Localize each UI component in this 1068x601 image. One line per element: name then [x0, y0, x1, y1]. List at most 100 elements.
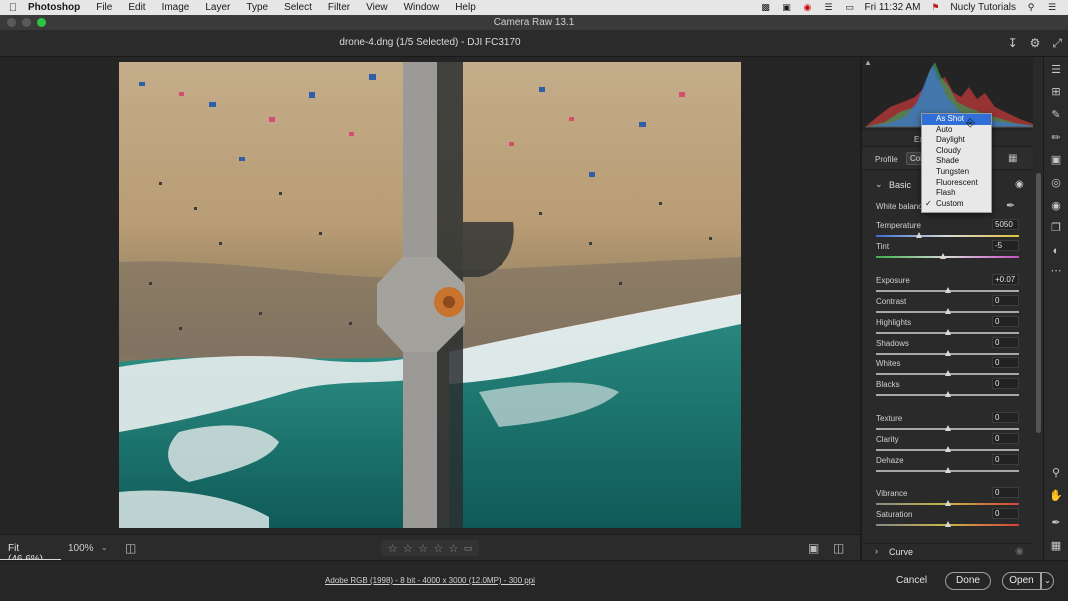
exposure-slider[interactable]: Exposure +0.07: [876, 274, 1020, 296]
whites-handle[interactable]: [944, 370, 951, 376]
menu-filter[interactable]: Filter: [320, 2, 358, 13]
zoom-tool-icon[interactable]: ⚲: [1049, 466, 1063, 480]
saturation-handle[interactable]: [944, 521, 951, 527]
wb-option-shade[interactable]: Shade: [922, 156, 991, 167]
contrast-handle[interactable]: [944, 308, 951, 314]
screen-record-icon[interactable]: ▩: [759, 2, 771, 13]
wb-option-auto[interactable]: Auto: [922, 125, 991, 136]
apple-icon[interactable]: : [0, 2, 26, 14]
tint-handle[interactable]: [940, 253, 947, 259]
menu-edit[interactable]: Edit: [120, 2, 153, 13]
fit-zoom-button[interactable]: Fit (46.6%): [0, 535, 61, 565]
shadows-handle[interactable]: [944, 350, 951, 356]
radial-filter-icon[interactable]: ◎: [1049, 176, 1063, 190]
zoom-dropdown-chevron-icon[interactable]: ⌄: [101, 543, 108, 552]
white-balance-menu[interactable]: As Shot Auto Daylight Cloudy Shade Tungsten Fl…: [921, 113, 992, 213]
contrast-slider[interactable]: Contrast 0: [876, 295, 1020, 317]
wb-option-daylight[interactable]: Daylight: [922, 135, 991, 146]
star-2-icon[interactable]: ☆: [403, 542, 413, 555]
spotlight-search-icon[interactable]: ⚲: [1025, 2, 1037, 13]
creative-cloud-icon[interactable]: ◉: [801, 2, 813, 13]
temperature-track[interactable]: [876, 235, 1019, 237]
shadows-slider[interactable]: Shadows 0: [876, 337, 1020, 359]
texture-slider[interactable]: Texture 0: [876, 412, 1020, 434]
minimize-window-button[interactable]: [22, 18, 31, 27]
shadow-clipping-icon[interactable]: ▲: [864, 58, 872, 67]
menu-help[interactable]: Help: [447, 2, 484, 13]
star-1-icon[interactable]: ☆: [388, 542, 398, 555]
wb-option-as-shot[interactable]: As Shot: [922, 114, 991, 125]
open-button[interactable]: Open: [1002, 572, 1041, 590]
exposure-handle[interactable]: [945, 287, 952, 293]
snapshots-icon[interactable]: ❐: [1049, 221, 1063, 235]
vibrance-value-field[interactable]: 0: [992, 487, 1019, 498]
temperature-slider[interactable]: Temperature 5050: [876, 219, 1020, 241]
crop-icon[interactable]: ⊞: [1049, 85, 1063, 99]
cancel-button[interactable]: Cancel: [896, 575, 927, 586]
star-5-icon[interactable]: ☆: [449, 542, 459, 555]
filmstrip-toggle-icon[interactable]: ◫: [125, 541, 136, 555]
clarity-slider[interactable]: Clarity 0: [876, 433, 1020, 455]
menu-file[interactable]: File: [88, 2, 120, 13]
saturation-slider[interactable]: Saturation 0: [876, 508, 1020, 530]
workflow-options-link[interactable]: Adobe RGB (1998) - 8 bit - 4000 x 3000 (…: [0, 576, 860, 585]
texture-handle[interactable]: [944, 425, 951, 431]
done-button[interactable]: Done: [945, 572, 991, 590]
healing-brush-icon[interactable]: ✎: [1049, 108, 1063, 122]
highlights-handle[interactable]: [944, 329, 951, 335]
profile-browser-icon[interactable]: ▦: [1008, 153, 1017, 164]
whites-value-field[interactable]: 0: [992, 357, 1019, 368]
zoom-window-button[interactable]: [37, 18, 46, 27]
shadows-value-field[interactable]: 0: [992, 337, 1019, 348]
curve-visibility-eye-icon[interactable]: ◉: [1015, 546, 1024, 557]
visibility-eye-icon[interactable]: ◉: [1015, 179, 1024, 190]
before-after-icon[interactable]: ◫: [833, 541, 844, 555]
temperature-value-field[interactable]: 5050: [992, 219, 1019, 230]
menu-select[interactable]: Select: [276, 2, 320, 13]
curve-section-header[interactable]: › Curve ◉: [862, 543, 1044, 560]
fullscreen-icon[interactable]: ⤢: [1052, 36, 1062, 51]
drone-photo-preview[interactable]: [119, 62, 741, 528]
menubar-user[interactable]: Nucly Tutorials: [950, 2, 1016, 13]
tint-value-field[interactable]: -5: [992, 240, 1019, 251]
menu-layer[interactable]: Layer: [197, 2, 238, 13]
chevron-right-icon[interactable]: ›: [875, 546, 878, 556]
toggle-grid-icon[interactable]: ▦: [1049, 539, 1063, 553]
tint-track[interactable]: [876, 256, 1019, 258]
white-balance-eyedropper-icon[interactable]: ✒: [1006, 199, 1015, 212]
single-view-icon[interactable]: ▣: [808, 541, 819, 555]
menu-image[interactable]: Image: [154, 2, 198, 13]
whites-slider[interactable]: Whites 0: [876, 357, 1020, 379]
edit-sliders-icon[interactable]: ☰: [1049, 63, 1063, 77]
temperature-handle[interactable]: [915, 232, 922, 238]
trash-icon[interactable]: ▭: [464, 543, 473, 554]
open-options-chevron-icon[interactable]: ⌄: [1041, 572, 1054, 590]
wb-option-fluorescent[interactable]: Fluorescent: [922, 178, 991, 189]
airplay-icon[interactable]: ▭: [843, 2, 855, 13]
vibrance-handle[interactable]: [944, 500, 951, 506]
tint-slider[interactable]: Tint -5: [876, 240, 1020, 262]
white-balance-tool-icon[interactable]: ✒: [1049, 516, 1063, 530]
menu-view[interactable]: View: [358, 2, 396, 13]
hand-tool-icon[interactable]: ✋: [1049, 489, 1063, 503]
blacks-slider[interactable]: Blacks 0: [876, 378, 1020, 400]
menubar-clock[interactable]: Fri 11:32 AM: [864, 2, 920, 13]
vibrance-slider[interactable]: Vibrance 0: [876, 487, 1020, 509]
clarity-value-field[interactable]: 0: [992, 433, 1019, 444]
blacks-value-field[interactable]: 0: [992, 378, 1019, 389]
highlights-value-field[interactable]: 0: [992, 316, 1019, 327]
wb-option-flash[interactable]: Flash: [922, 188, 991, 199]
adjustment-brush-icon[interactable]: ✏: [1049, 131, 1063, 145]
graduated-filter-icon[interactable]: ▣: [1049, 153, 1063, 167]
settings-gear-icon[interactable]: ⚙: [1030, 36, 1041, 51]
saturation-value-field[interactable]: 0: [992, 508, 1019, 519]
star-3-icon[interactable]: ☆: [418, 542, 428, 555]
highlights-slider[interactable]: Highlights 0: [876, 316, 1020, 338]
star-rating[interactable]: ☆ ☆ ☆ ☆ ☆ ▭: [381, 540, 479, 556]
more-options-icon[interactable]: ⋯: [1049, 264, 1063, 278]
panel-scrollbar[interactable]: [1033, 57, 1043, 560]
star-4-icon[interactable]: ☆: [433, 542, 443, 555]
wifi-icon[interactable]: ☰: [822, 2, 834, 13]
clarity-handle[interactable]: [944, 446, 951, 452]
screenshot-icon[interactable]: ▣: [780, 2, 792, 13]
